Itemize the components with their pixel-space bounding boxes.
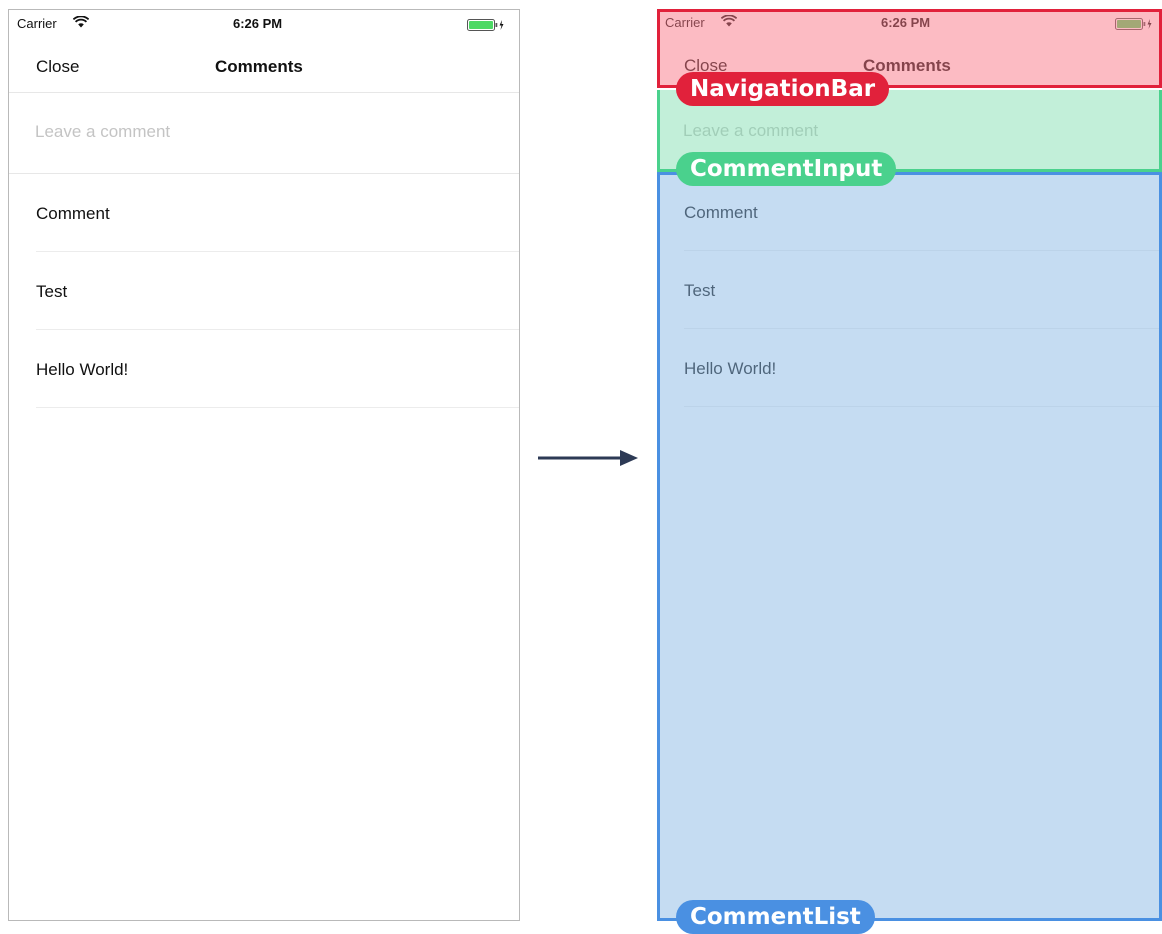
status-bar: Carrier 6:26 PM [9,10,519,36]
comment-row[interactable]: Hello World! [9,330,519,408]
comment-row[interactable]: Test [9,252,519,330]
battery-icon [467,19,504,31]
time-label: 6:26 PM [233,16,283,31]
row-separator [36,407,519,408]
comment-input[interactable] [35,122,495,142]
comment-list-region [657,172,1162,921]
comment-input-label: CommentInput [676,152,897,186]
nav-divider [9,92,519,93]
comment-text: Comment [36,204,110,223]
comment-list-label: CommentList [676,900,875,934]
phone-screen-annotated: Carrier 6:26 PM Close Comments Comment T… [657,9,1162,921]
comment-text: Hello World! [36,360,129,379]
comment-list: Comment Test Hello World! [9,174,519,920]
wifi-icon [73,16,89,28]
comment-text: Test [36,282,68,301]
phone-screen-original: Carrier 6:26 PM Close Comments Comment T… [8,9,520,921]
nav-title: Comments [215,57,303,76]
transition-arrow-icon [538,450,638,466]
carrier-label: Carrier [17,16,57,31]
close-button[interactable]: Close [36,57,79,77]
navigation-bar-label: NavigationBar [676,72,890,106]
navigation-bar: Close Comments [9,36,519,92]
comment-row[interactable]: Comment [9,174,519,252]
